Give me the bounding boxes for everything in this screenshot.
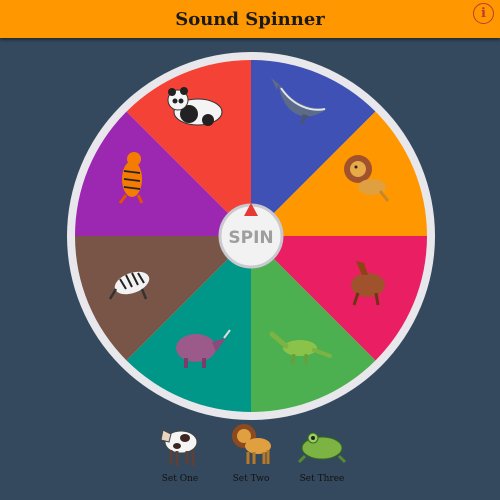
info-icon: i bbox=[481, 6, 486, 21]
spinner-wheel[interactable]: SPIN bbox=[66, 51, 436, 421]
app-title: Sound Spinner bbox=[175, 8, 325, 30]
set-three-button[interactable]: Set Three bbox=[287, 418, 357, 490]
set-one-label: Set One bbox=[161, 474, 199, 484]
info-button[interactable]: i bbox=[473, 3, 494, 24]
set-two-button[interactable]: Set Two bbox=[216, 418, 286, 490]
set-three-label: Set Three bbox=[299, 474, 345, 484]
set-two-label: Set Two bbox=[232, 474, 270, 484]
cow-icon bbox=[160, 429, 198, 466]
set-one-button[interactable]: Set One bbox=[145, 418, 215, 490]
frog-icon bbox=[297, 432, 347, 464]
app-header: Sound Spinner i bbox=[0, 0, 500, 38]
lion-icon bbox=[232, 424, 271, 464]
spin-button-label[interactable]: SPIN bbox=[228, 228, 273, 248]
